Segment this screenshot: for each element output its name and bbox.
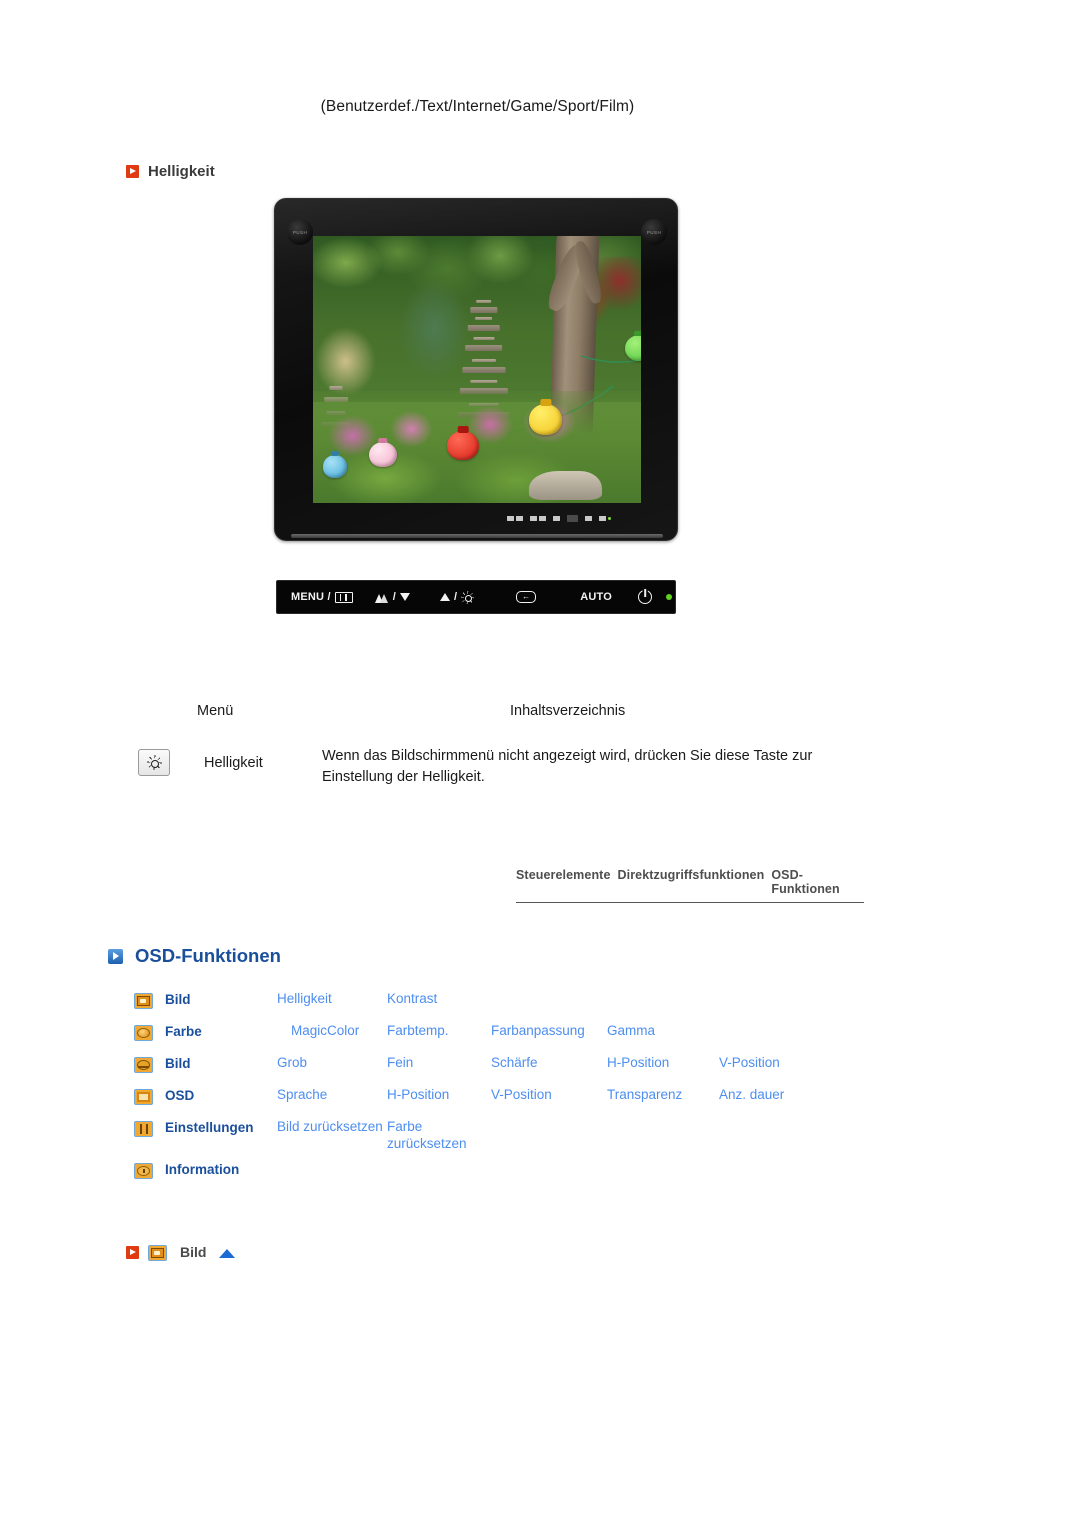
table-row: Einstellungen Bild zurücksetzen Farbe zu… (134, 1119, 874, 1161)
osd-item[interactable]: Kontrast (387, 991, 491, 1008)
photo-lantern-pink (368, 441, 397, 467)
footer-bild-section: Bild (126, 1243, 236, 1261)
enter-button[interactable]: ← (516, 591, 537, 603)
osd-category-label: Farbe (165, 1024, 202, 1039)
photo-lantern-blue (322, 454, 348, 478)
osd-item[interactable]: Farbe zurücksetzen (387, 1119, 491, 1153)
section-heading-label: Helligkeit (148, 163, 215, 180)
photo-rock (529, 470, 602, 501)
osd-item[interactable]: Farbtemp. (387, 1023, 491, 1040)
osd-item[interactable]: Helligkeit (277, 991, 387, 1008)
magiccolor-icon (374, 592, 389, 603)
osd-item[interactable]: Grob (277, 1055, 387, 1072)
image-icon (134, 1057, 153, 1073)
enter-icon: ← (516, 591, 537, 603)
table-row: Information (134, 1161, 874, 1193)
osd-category-label: Bild (165, 992, 191, 1007)
monitor-bezel: PUSH PUSH (274, 198, 678, 541)
osd-item[interactable]: Sprache (277, 1087, 387, 1104)
brightness-sun-icon (147, 755, 162, 770)
osd-item[interactable]: Anz. dauer (719, 1087, 819, 1104)
auto-button-label: AUTO (580, 591, 612, 603)
push-button-left: PUSH (287, 219, 313, 245)
information-icon (134, 1163, 153, 1179)
arrow-down-icon (399, 593, 410, 601)
menu-grid-icon (334, 591, 353, 603)
monitor-screen (313, 236, 641, 503)
monitor-control-button-bar: MENU / / / ← AUTO (276, 580, 676, 614)
osd-category-label: OSD (165, 1088, 195, 1103)
screen-photo (313, 236, 641, 503)
osd-item[interactable]: Bild zurücksetzen (277, 1119, 387, 1136)
sun-icon (461, 591, 474, 604)
osd-item[interactable]: Fein (387, 1055, 491, 1072)
arrow-right-blue-icon (108, 948, 123, 964)
osd-item[interactable]: Schärfe (491, 1055, 607, 1072)
brightness-up-button[interactable]: / (439, 591, 474, 604)
osd-item[interactable]: Farbanpassung (491, 1023, 607, 1040)
separator-slash: / (392, 591, 396, 603)
table-row-description: Wenn das Bildschirmmenü nicht angezeigt … (322, 748, 813, 786)
power-led-indicator (666, 594, 672, 600)
monitor-bezel-buttons (507, 515, 611, 522)
osd-item[interactable]: MagicColor (277, 1023, 387, 1040)
page-title-label: OSD-Funktionen (135, 945, 281, 966)
table-row: Farbe MagicColor Farbtemp. Farbanpassung… (134, 1023, 874, 1055)
photo-lantern-yellow (529, 404, 563, 435)
arrow-right-red-icon (126, 165, 139, 178)
magiccolor-down-button[interactable]: / (374, 591, 410, 603)
mode-caption: (Benutzerdef./Text/Internet/Game/Sport/F… (320, 98, 635, 115)
table-row: OSD Sprache H-Position V-Position Transp… (134, 1087, 874, 1119)
power-led-icon (666, 594, 672, 600)
osd-item[interactable]: H-Position (607, 1055, 719, 1072)
picture-icon (134, 993, 153, 1009)
nav-link-steuerelemente[interactable]: Steuerelemente (516, 868, 611, 896)
table-row: Bild Helligkeit Kontrast (134, 991, 874, 1023)
osd-item[interactable]: Gamma (607, 1023, 719, 1040)
osd-icon (134, 1089, 153, 1105)
table-header-menu: Menü (197, 703, 234, 719)
footer-bild-label: Bild (180, 1244, 207, 1260)
osd-category-label: Bild (165, 1056, 191, 1071)
osd-category-label: Einstellungen (165, 1120, 254, 1135)
monitor-illustration: PUSH PUSH (274, 198, 678, 541)
osd-item[interactable]: V-Position (491, 1087, 607, 1104)
table-header-inhaltsverzeichnis: Inhaltsverzeichnis (510, 703, 626, 719)
table-row: Bild Grob Fein Schärfe H-Position V-Posi… (134, 1055, 874, 1087)
table-row-menu-name: Helligkeit (204, 755, 263, 771)
osd-item[interactable]: H-Position (387, 1087, 491, 1104)
brightness-icon-cell (138, 749, 170, 776)
menu-button-label: MENU / (291, 591, 331, 603)
scroll-up-triangle-icon[interactable] (219, 1248, 236, 1258)
osd-item[interactable]: V-Position (719, 1055, 819, 1072)
separator-slash: / (453, 591, 458, 603)
osd-category-label: Information (165, 1162, 240, 1177)
monitor-stand-lip (291, 534, 663, 538)
power-button[interactable] (638, 590, 652, 604)
osd-function-table: Bild Helligkeit Kontrast Farbe MagicColo… (134, 991, 874, 1193)
power-icon (638, 590, 652, 604)
arrow-right-red-icon (126, 1245, 139, 1259)
photo-lantern-red (447, 430, 479, 461)
push-button-right: PUSH (641, 219, 667, 245)
color-icon (134, 1025, 153, 1041)
picture-icon (148, 1245, 167, 1261)
auto-button[interactable]: AUTO (580, 591, 612, 603)
settings-icon (134, 1121, 153, 1137)
nav-link-direktzugriffsfunktionen[interactable]: Direktzugriffsfunktionen (618, 868, 765, 896)
osd-item[interactable]: Transparenz (607, 1087, 719, 1104)
nav-link-osd-funktionen[interactable]: OSD-Funktionen (771, 868, 864, 896)
menu-button[interactable]: MENU / (291, 591, 353, 603)
breadcrumb: Steuerelemente Direktzugriffsfunktionen … (516, 868, 864, 903)
arrow-up-icon (439, 593, 450, 601)
page-title-osd-funktionen: OSD-Funktionen (108, 945, 281, 967)
section-heading-helligkeit: Helligkeit (126, 163, 215, 180)
